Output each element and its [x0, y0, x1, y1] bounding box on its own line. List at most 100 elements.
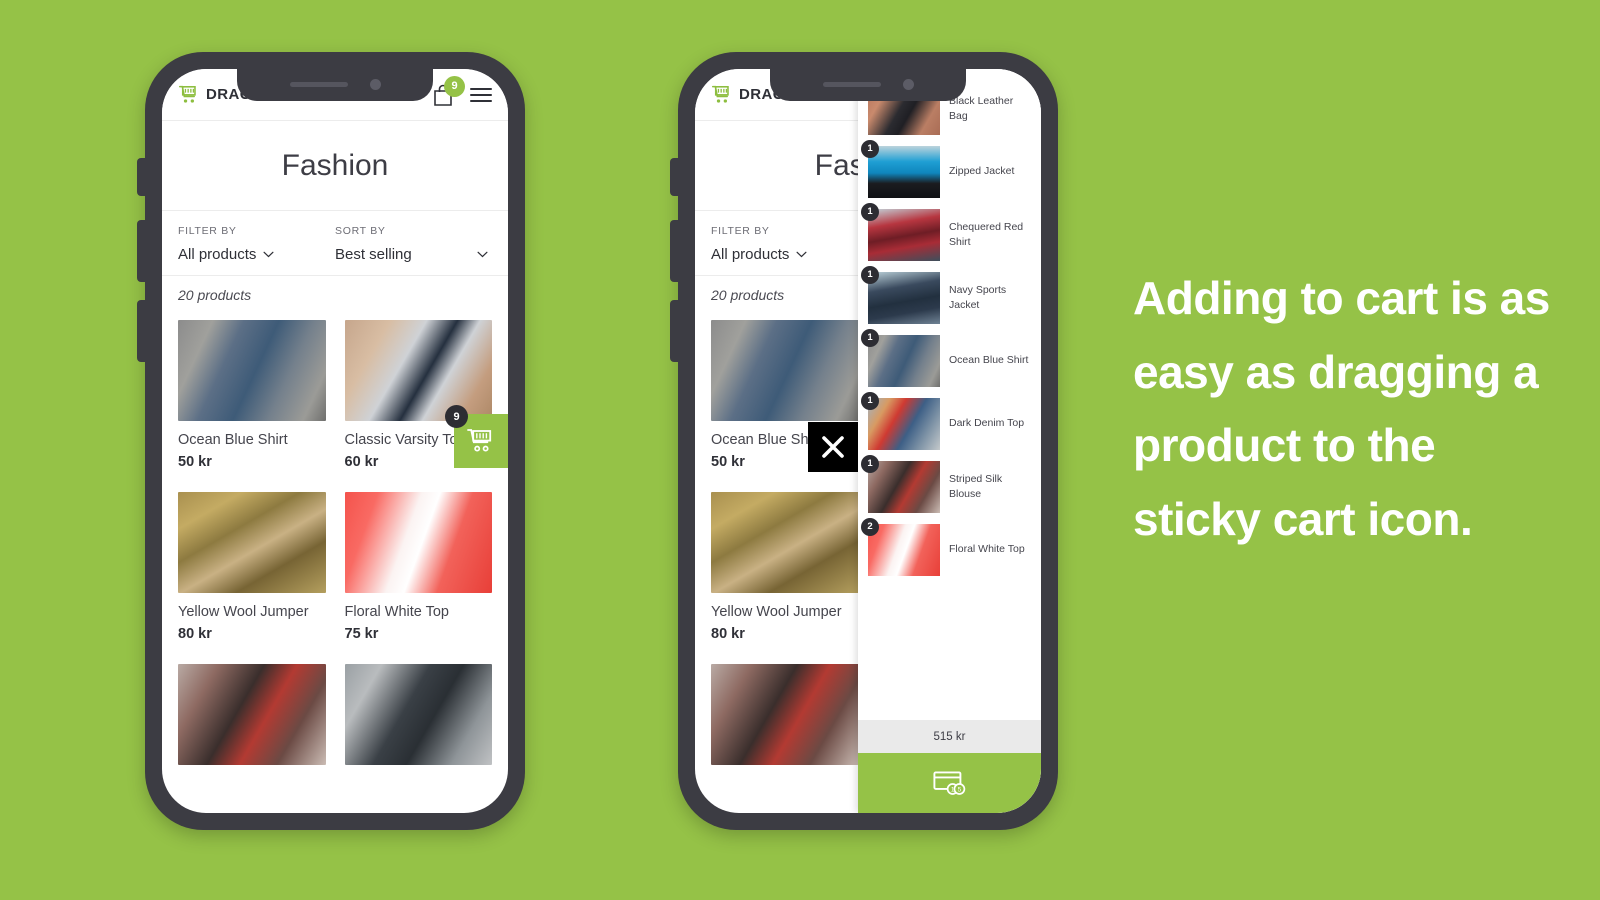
cart-drawer: Black Leather Bag 1 Zipped Jacket 1 Cheq…	[858, 69, 1041, 813]
cart-item[interactable]: 1 Navy Sports Jacket	[858, 265, 1041, 329]
phone-side-button-mute[interactable]	[670, 158, 680, 196]
filter-by-value: All products	[711, 246, 790, 263]
cart-item-list[interactable]: Black Leather Bag 1 Zipped Jacket 1 Cheq…	[858, 69, 1041, 720]
front-camera-icon	[902, 78, 914, 90]
product-card[interactable]	[711, 664, 859, 765]
cart-item-name: Zipped Jacket	[949, 165, 1015, 178]
hamburger-line	[470, 99, 492, 102]
phone-mockup-right: DRAG Fashion FILTER BY All products 20 p…	[670, 52, 1058, 830]
product-card[interactable]	[178, 664, 326, 765]
close-x-icon	[822, 436, 844, 458]
product-card[interactable]: Yellow Wool Jumper 80 kr	[711, 492, 859, 642]
marketing-headline: Adding to cart is as easy as dragging a …	[1133, 272, 1550, 545]
product-price: 80 kr	[711, 626, 745, 642]
phone-screen-left: DRAG 9 Fashion FILTER BY All products SO…	[162, 69, 508, 813]
phone-side-button-volume-down[interactable]	[670, 300, 680, 362]
cart-item[interactable]: 2 Floral White Top	[858, 517, 1041, 581]
product-name: Floral White Top	[344, 604, 450, 620]
product-card[interactable]: Ocean Blue Shirt 50 kr	[178, 320, 326, 470]
product-card[interactable]: Floral White Top 75 kr	[344, 492, 492, 642]
cart-icon	[711, 85, 729, 103]
filter-by-label: FILTER BY	[178, 225, 237, 237]
cart-item-qty-badge: 1	[861, 454, 879, 473]
product-card[interactable]: Yellow Wool Jumper 80 kr	[178, 492, 326, 642]
hamburger-line	[470, 93, 492, 96]
filter-by-select[interactable]: All products	[178, 246, 335, 263]
cart-item-name: Striped Silk Blouse	[949, 473, 1003, 500]
cart-item[interactable]: 1 Ocean Blue Shirt	[858, 328, 1041, 392]
cart-item-name: Navy Sports Jacket	[949, 284, 1007, 311]
phone-screen-right: DRAG Fashion FILTER BY All products 20 p…	[695, 69, 1041, 813]
sort-by-group: SORT BY Best selling	[335, 225, 492, 263]
filter-by-select[interactable]: All products	[711, 246, 868, 263]
product-card[interactable]	[344, 664, 492, 765]
filter-by-group: FILTER BY All products	[178, 225, 335, 263]
product-image	[178, 320, 326, 421]
product-image	[711, 664, 859, 765]
header-cart-count-badge: 9	[444, 75, 465, 97]
shopping-cart-icon	[467, 429, 492, 452]
cart-icon	[178, 85, 196, 103]
product-price: 75 kr	[344, 626, 379, 642]
sort-by-select[interactable]: Best selling	[335, 246, 492, 263]
hamburger-line	[470, 87, 492, 90]
filter-by-group: FILTER BY All products	[711, 225, 868, 263]
cart-item[interactable]: 1 Dark Denim Top	[858, 391, 1041, 455]
store-header-actions: 9	[432, 75, 492, 107]
page-title-band: Fashion	[162, 121, 508, 211]
filter-by-value: All products	[178, 246, 257, 263]
product-price: 80 kr	[178, 626, 212, 642]
product-name: Yellow Wool Jumper	[178, 604, 309, 620]
page-title: Fashion	[281, 148, 389, 182]
cart-item[interactable]: 1 Striped Silk Blouse	[858, 454, 1041, 518]
cart-item[interactable]: 1 Zipped Jacket	[858, 139, 1041, 203]
product-image	[178, 664, 326, 765]
sticky-cart-button[interactable]: 9	[445, 405, 508, 468]
hamburger-menu-icon[interactable]	[470, 87, 492, 102]
earpiece-speaker	[289, 81, 348, 87]
chevron-down-icon	[796, 251, 807, 258]
cart-item-qty-badge: 1	[861, 391, 879, 410]
cart-item-thumbnail: 1	[861, 328, 940, 387]
product-image	[711, 320, 859, 421]
cart-item-thumbnail: 1	[861, 202, 940, 261]
phone-notch	[770, 69, 966, 101]
sort-by-label: SORT BY	[335, 225, 386, 237]
product-image	[344, 320, 492, 421]
earpiece-speaker	[822, 81, 881, 87]
cart-item-thumbnail: 2	[861, 517, 940, 576]
cart-total: 515 kr	[858, 720, 1041, 753]
cart-item[interactable]: 1 Chequered Red Shirt	[858, 202, 1041, 266]
phone-notch	[237, 69, 433, 101]
product-image	[711, 492, 859, 593]
cart-item-thumbnail: 1	[861, 265, 940, 324]
header-cart-button[interactable]: 9	[432, 75, 465, 107]
sticky-cart-count-badge: 9	[445, 405, 468, 428]
checkout-button[interactable]: 1 5	[858, 753, 1041, 813]
cart-item-qty-badge: 1	[861, 328, 879, 347]
product-grid: Ocean Blue Shirt 50 kr Classic Varsity T…	[162, 316, 508, 765]
cart-item-name: Chequered Red Shirt	[949, 221, 1024, 248]
payment-card-icon: 1 5	[932, 771, 965, 795]
phone-side-button-mute[interactable]	[137, 158, 147, 196]
phone-side-button-volume-up[interactable]	[137, 220, 147, 282]
close-cart-button[interactable]	[808, 422, 858, 472]
cart-item-name: Black Leather Bag	[949, 95, 1014, 122]
phone-side-button-volume-up[interactable]	[670, 220, 680, 282]
cart-item-qty-badge: 2	[861, 517, 879, 536]
product-image	[344, 664, 492, 765]
front-camera-icon	[369, 78, 381, 90]
product-name: Ocean Blue Shirt	[178, 432, 288, 448]
product-image	[178, 492, 326, 593]
product-count: 20 products	[162, 276, 508, 316]
filter-sort-bar: FILTER BY All products SORT BY Best sell…	[162, 211, 508, 276]
sort-by-value: Best selling	[335, 246, 412, 263]
phone-side-button-volume-down[interactable]	[137, 300, 147, 362]
cart-item-qty-badge: 1	[861, 139, 879, 158]
product-image	[344, 492, 492, 593]
cart-item-thumbnail: 1	[861, 391, 940, 450]
svg-text:1: 1	[950, 787, 954, 794]
svg-text:5: 5	[957, 787, 961, 794]
cart-item-name: Dark Denim Top	[949, 417, 1025, 430]
cart-item-qty-badge: 1	[861, 265, 879, 284]
